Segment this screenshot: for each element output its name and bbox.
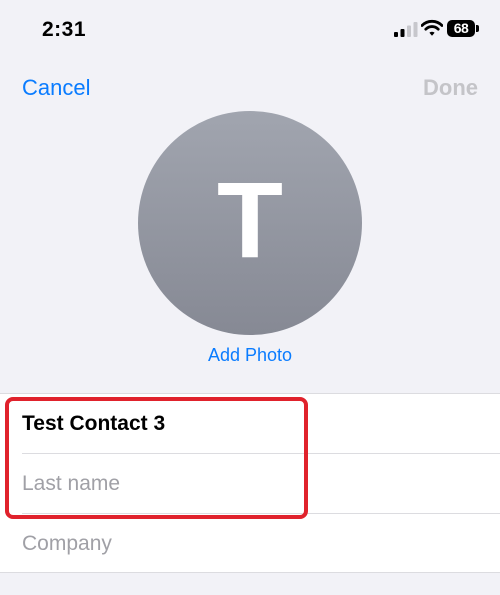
wifi-icon bbox=[421, 19, 443, 36]
first-name-row bbox=[22, 394, 500, 453]
first-name-field[interactable] bbox=[22, 394, 500, 453]
cellular-signal-icon bbox=[394, 22, 418, 37]
add-photo-button[interactable]: Add Photo bbox=[0, 345, 500, 366]
contact-name-form bbox=[0, 393, 500, 573]
company-field[interactable] bbox=[22, 514, 500, 573]
last-name-field[interactable] bbox=[22, 454, 500, 513]
done-button[interactable]: Done bbox=[423, 75, 478, 101]
battery-cap bbox=[476, 25, 479, 32]
battery-level: 68 bbox=[447, 20, 475, 37]
avatar-initial: T bbox=[217, 159, 283, 280]
last-name-row bbox=[22, 454, 500, 513]
status-time: 2:31 bbox=[42, 18, 87, 41]
avatar[interactable]: T bbox=[138, 111, 362, 335]
company-row bbox=[22, 514, 500, 573]
nav-bar: Cancel Done bbox=[0, 60, 500, 116]
battery-icon: 68 bbox=[447, 20, 480, 37]
status-bar: 2:31 68 bbox=[0, 0, 500, 60]
cancel-button[interactable]: Cancel bbox=[22, 75, 90, 101]
